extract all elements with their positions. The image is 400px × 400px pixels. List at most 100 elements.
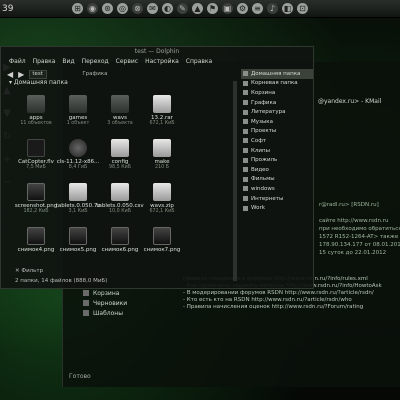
file-item[interactable]: wavs.zip 672,1 КиБ <box>141 183 183 223</box>
app-icon-3[interactable]: ⊛ <box>102 3 113 14</box>
panel-icons: ⊞ ◉ ⊛ ◎ ⊗ ✉ ◐ ✎ ▲ ⚑ ▣ ⚙ ≡ ♪ ◧ ⊡ <box>72 3 308 14</box>
menu-bar: Файл Правка Вид Переход Сервис Настройка Справ… <box>1 57 313 67</box>
forward-icon[interactable]: ▶ <box>18 70 24 79</box>
file-item[interactable]: make 210 Б <box>141 139 183 179</box>
sidebar-item[interactable]: Домашняя папка <box>241 69 313 79</box>
file-item[interactable]: cls-11.12-x86... 8,4 ГиБ <box>57 139 99 179</box>
app-icon-8[interactable]: ✎ <box>177 3 188 14</box>
sidebar-item[interactable]: Корзина <box>241 88 313 98</box>
app-icon-14[interactable]: ♪ <box>267 3 278 14</box>
app-icon-9[interactable]: ▲ <box>192 3 203 14</box>
file-item[interactable]: wavs 3 объекта <box>99 95 141 135</box>
sidebar-item-label: Домашняя папка <box>251 70 301 77</box>
sidebar-item[interactable]: windows <box>241 184 313 194</box>
file-item[interactable]: screenshot.png 182,2 КиБ <box>15 183 57 223</box>
dark-icon <box>27 139 45 157</box>
folder-list-item[interactable]: Шаблоны <box>83 308 127 318</box>
sidebar-item-label: Интернеты <box>251 195 284 202</box>
file-item[interactable]: apps 11 объектов <box>15 95 57 135</box>
message-line: 1572 R152-1264-AT> также к <box>319 234 400 240</box>
file-item[interactable]: tablets.0.050.csv 10,0 КиБ <box>96 183 144 223</box>
kmail-title: @yandex.ru> - KMail <box>318 98 382 105</box>
app-icon-6[interactable]: ✉ <box>147 3 158 14</box>
menu-item[interactable]: Правка <box>33 57 56 67</box>
filter-bar[interactable]: ✕ Фильтр <box>15 268 43 274</box>
message-line: сайте http://www.rsdn.ru <box>319 218 389 224</box>
location-field[interactable]: test <box>29 69 48 79</box>
file-size: 10,0 КиБ <box>108 209 132 214</box>
app-icon-12[interactable]: ⚙ <box>237 3 248 14</box>
file-item[interactable]: CatCopter.flv 7,5 МиБ <box>15 139 57 179</box>
app-icon-2[interactable]: ◉ <box>87 3 98 14</box>
message-line <box>319 210 400 218</box>
menu-item[interactable]: Сервис <box>116 57 138 67</box>
sidebar-item[interactable]: Work <box>241 203 313 213</box>
folder-icon <box>243 100 248 106</box>
folder-icon <box>243 128 248 134</box>
img-icon <box>27 183 45 201</box>
file-item[interactable]: games 1 объект <box>57 95 99 135</box>
menu-item[interactable]: Справка <box>186 57 212 67</box>
app-icon-1[interactable]: ⊞ <box>72 3 83 14</box>
home-label: Домашняя папка <box>13 79 68 86</box>
app-icon-16[interactable]: ⊡ <box>297 3 308 14</box>
sidebar-item[interactable]: Проекты <box>241 127 313 137</box>
folder-icon <box>243 157 248 163</box>
folder-list-item[interactable]: Корзина <box>83 288 127 298</box>
file-item[interactable]: снимок7.png <box>141 227 183 267</box>
file-item <box>183 183 225 223</box>
sidebar-item[interactable]: Софт <box>241 136 313 146</box>
folder-list-label: Шаблоны <box>93 309 123 317</box>
file-item[interactable]: снимок4.png <box>15 227 57 267</box>
file-item <box>183 95 225 135</box>
app-icon-7[interactable]: ◐ <box>162 3 173 14</box>
menu-item[interactable]: Файл <box>9 57 26 67</box>
folder-icon <box>243 186 248 192</box>
file-grid: apps 11 объектов games 1 объект wavs 3 объект… <box>15 95 225 267</box>
file-item[interactable]: config 98,5 КиБ <box>99 139 141 179</box>
home-place[interactable]: ▾ Домашняя папка <box>9 79 68 86</box>
sidebar-item-label: Графика <box>251 99 277 106</box>
sidebar-item[interactable]: Корневая папка <box>241 79 313 89</box>
sidebar-item[interactable]: Видео <box>241 165 313 175</box>
sidebar-item[interactable]: Графика <box>241 98 313 108</box>
message-lines: r@radl.ru> [RSDN.ru] сайте http://www.rsd… <box>319 202 400 258</box>
sidebar-item[interactable]: Интернеты <box>241 194 313 204</box>
sidebar-item-label: Софт <box>251 137 267 144</box>
breadcrumb[interactable]: Графика <box>82 71 107 77</box>
file-item[interactable]: 13.2.rar 672,1 КиБ <box>141 95 183 135</box>
app-icon-15[interactable]: ◧ <box>282 3 293 14</box>
menu-item[interactable]: Переход <box>82 57 109 67</box>
file-name: снимок5.png <box>59 247 97 253</box>
file-item[interactable]: снимок6.png <box>99 227 141 267</box>
sidebar-item[interactable]: Литература <box>241 107 313 117</box>
folder-icon <box>69 95 87 113</box>
file-item[interactable]: tablets.0.050.7z 3,1 КиБ <box>56 183 100 223</box>
sidebar-item[interactable]: Прожиль <box>241 155 313 165</box>
app-icon-4[interactable]: ◎ <box>117 3 128 14</box>
sidebar-item[interactable]: Музыка <box>241 117 313 127</box>
file-item[interactable]: снимок5.png <box>57 227 99 267</box>
scrollbar[interactable] <box>233 81 237 281</box>
file-size: 210 Б <box>155 165 169 170</box>
file-icon <box>153 183 171 201</box>
menu-item[interactable]: Вид <box>62 57 74 67</box>
app-icon-10[interactable]: ⚑ <box>207 3 218 14</box>
file-size: 3 объекта <box>107 121 133 126</box>
img-icon <box>69 227 87 245</box>
file-icon <box>111 139 129 157</box>
app-icon-5[interactable]: ⊗ <box>132 3 143 14</box>
file-icon <box>111 183 129 201</box>
clock[interactable]: 39 <box>2 4 20 14</box>
places-sidebar: Домашняя папка Корневая папка Корзина Графи… <box>241 69 313 213</box>
sidebar-item[interactable]: Клипы <box>241 146 313 156</box>
file-name: снимок4.png <box>17 247 55 253</box>
folder-list-item[interactable]: Черновики <box>83 298 127 308</box>
back-icon[interactable]: ◀ <box>7 70 13 79</box>
sidebar-item[interactable]: Фильмы <box>241 175 313 185</box>
folder-icon <box>243 196 248 202</box>
folder-icon <box>83 290 89 296</box>
app-icon-11[interactable]: ▣ <box>222 3 233 14</box>
menu-item[interactable]: Настройка <box>145 57 179 67</box>
app-icon-13[interactable]: ≡ <box>252 3 263 14</box>
